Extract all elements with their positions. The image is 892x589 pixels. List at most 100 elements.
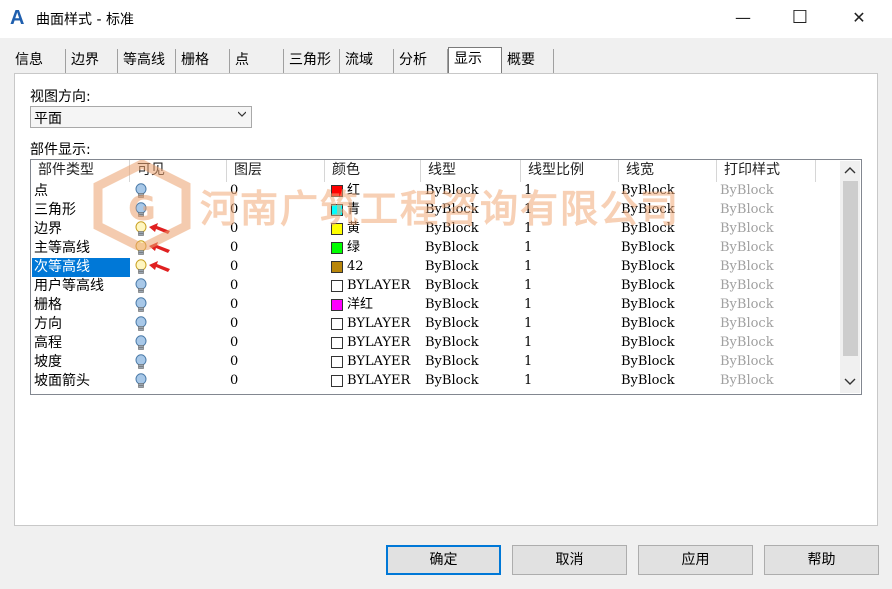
component-type[interactable]: 点 [32,182,130,201]
close-button[interactable]: ✕ [836,0,882,38]
table-row[interactable]: 三角形 0 青 ByBlock 1 ByBlock ByBlock [31,201,839,220]
lightbulb-off-icon[interactable] [135,259,147,276]
column-header[interactable]: 线型 [421,160,521,182]
plot-style-cell: ByBlock [720,240,774,255]
color-swatch[interactable] [331,185,343,197]
tab-4[interactable]: 栅格 [176,49,230,73]
table-row[interactable]: 方向 0 BYLAYER ByBlock 1 ByBlock ByBlock [31,315,839,334]
table-row[interactable]: 坡度 0 BYLAYER ByBlock 1 ByBlock ByBlock [31,353,839,372]
autocad-logo-icon: A [10,7,25,29]
table-row[interactable]: 高程 0 BYLAYER ByBlock 1 ByBlock ByBlock [31,334,839,353]
lineweight-cell: ByBlock [621,373,675,388]
component-type[interactable]: 方向 [32,315,130,334]
tab-3[interactable]: 等高线 [118,49,176,73]
column-header[interactable]: 打印样式 [717,160,816,182]
lineweight-cell: ByBlock [621,278,675,293]
tab-10[interactable]: 概要 [502,49,554,73]
lightbulb-off-icon[interactable] [135,240,147,257]
column-header[interactable]: 可见 [130,160,227,182]
table-row[interactable]: 用户等高线 0 BYLAYER ByBlock 1 ByBlock ByBlock [31,277,839,296]
minimize-button[interactable]: — [720,0,766,38]
cancel-button[interactable]: 取消 [512,545,627,575]
apply-button[interactable]: 应用 [638,545,753,575]
table-row[interactable]: 边界 0 黄 ByBlock 1 ByBlock ByBlock [31,220,839,239]
component-type[interactable]: 主等高线 [32,239,130,258]
component-type[interactable]: 坡面箭头 [32,372,130,391]
column-header[interactable]: 线宽 [619,160,717,182]
color-name-cell: BYLAYER [347,373,411,388]
layer-cell: 0 [230,259,239,274]
column-header[interactable]: 部件类型 [31,160,130,182]
tab-strip: 信息 边界 等高线 栅格点三角形 流域 分析 显示 概要 [10,47,870,74]
color-swatch[interactable] [331,280,343,292]
component-type[interactable]: 栅格 [32,296,130,315]
tab-5[interactable]: 点 [230,49,284,73]
lightbulb-off-icon[interactable] [135,221,147,238]
table-row[interactable]: 坡面箭头 0 BYLAYER ByBlock 1 ByBlock ByBlock [31,372,839,391]
lightbulb-on-icon[interactable] [135,316,147,333]
color-swatch[interactable] [331,356,343,368]
lightbulb-on-icon[interactable] [135,183,147,200]
lightbulb-on-icon[interactable] [135,335,147,352]
maximize-button[interactable]: ☐ [777,0,823,38]
tab-8[interactable]: 分析 [394,49,448,73]
layer-cell: 0 [230,354,239,369]
layer-cell: 0 [230,297,239,312]
linetype-cell: ByBlock [425,278,479,293]
ok-button[interactable]: 确定 [386,545,501,575]
tab-9[interactable]: 显示 [448,47,502,73]
lightbulb-on-icon[interactable] [135,202,147,219]
linetype-scale-cell: 1 [524,316,533,331]
scrollbar-thumb[interactable] [843,181,858,356]
plot-style-cell: ByBlock [720,202,774,217]
color-swatch[interactable] [331,242,343,254]
color-swatch[interactable] [331,375,343,387]
lineweight-cell: ByBlock [621,183,675,198]
tab-1[interactable]: 信息 [10,49,66,73]
color-name-cell: 42 [347,259,364,274]
plot-style-cell: ByBlock [720,373,774,388]
tab-7[interactable]: 流域 [340,49,394,73]
color-swatch[interactable] [331,299,343,311]
view-direction-dropdown[interactable]: 平面 [30,106,252,128]
column-header[interactable]: 线型比例 [521,160,619,182]
lightbulb-on-icon[interactable] [135,354,147,371]
table-row[interactable]: 次等高线 0 42 ByBlock 1 ByBlock ByBlock [31,258,839,277]
linetype-cell: ByBlock [425,297,479,312]
red-arrow-icon [149,241,171,255]
component-type[interactable]: 次等高线 [32,258,130,277]
scroll-up-icon[interactable] [844,165,856,175]
scroll-down-icon[interactable] [844,377,856,387]
color-swatch[interactable] [331,223,343,235]
component-type[interactable]: 坡度 [32,353,130,372]
column-header[interactable]: 图层 [227,160,325,182]
lightbulb-on-icon[interactable] [135,278,147,295]
color-swatch[interactable] [331,204,343,216]
color-name-cell: 黄 [347,221,361,236]
vertical-scrollbar[interactable] [840,161,860,393]
color-swatch[interactable] [331,261,343,273]
tab-6[interactable]: 三角形 [284,49,340,73]
table-row[interactable]: 栅格 0 洋红 ByBlock 1 ByBlock ByBlock [31,296,839,315]
lineweight-cell: ByBlock [621,221,675,236]
component-type[interactable]: 用户等高线 [32,277,130,296]
linetype-cell: ByBlock [425,354,479,369]
color-swatch[interactable] [331,337,343,349]
plot-style-cell: ByBlock [720,316,774,331]
lightbulb-on-icon[interactable] [135,373,147,390]
component-type[interactable]: 边界 [32,220,130,239]
lightbulb-on-icon[interactable] [135,297,147,314]
table-row[interactable]: 点 0 红 ByBlock 1 ByBlock ByBlock [31,182,839,201]
plot-style-cell: ByBlock [720,259,774,274]
color-swatch[interactable] [331,318,343,330]
linetype-cell: ByBlock [425,316,479,331]
plot-style-cell: ByBlock [720,221,774,236]
help-button[interactable]: 帮助 [764,545,879,575]
component-type[interactable]: 高程 [32,334,130,353]
table-row[interactable]: 主等高线 0 绿 ByBlock 1 ByBlock ByBlock [31,239,839,258]
column-header[interactable]: 颜色 [325,160,421,182]
lineweight-cell: ByBlock [621,240,675,255]
tab-2[interactable]: 边界 [66,49,118,73]
component-type[interactable]: 三角形 [32,201,130,220]
linetype-scale-cell: 1 [524,335,533,350]
